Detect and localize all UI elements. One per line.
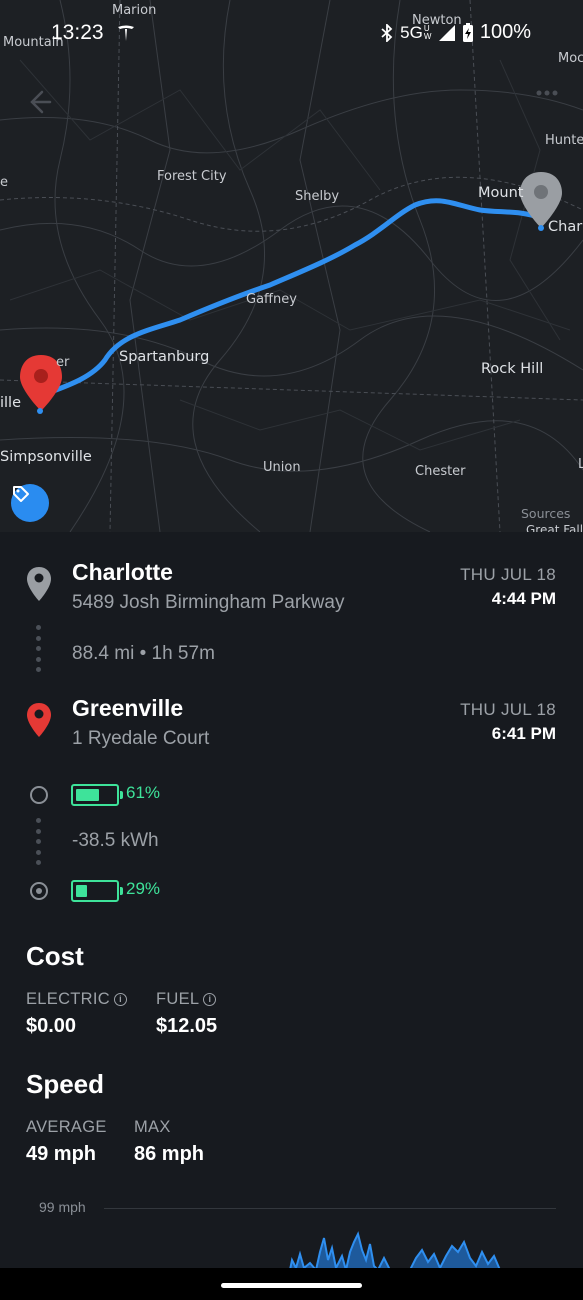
map-label-rock-hill: Rock Hill [481, 361, 544, 377]
map-label-simpsonville: Simpsonville [0, 449, 92, 465]
home-gesture-bar[interactable] [221, 1283, 362, 1288]
map-label-shelby: Shelby [295, 189, 340, 204]
back-arrow-icon[interactable] [24, 88, 52, 116]
soc-end-icon [30, 882, 48, 900]
map-label-forest-city: Forest City [157, 169, 227, 184]
map-label-great-falls: Great Fall [526, 523, 583, 532]
signal-icon [438, 24, 455, 41]
fuel-cost: $12.05 [156, 1015, 218, 1037]
origin-date: THU JUL 18 [460, 565, 556, 584]
map-label-spartanburg: Spartanburg [119, 349, 210, 365]
average-speed-label: AVERAGE [26, 1118, 107, 1136]
destination-time: 6:41 PM [491, 724, 556, 743]
max-speed-label: MAX [134, 1118, 171, 1136]
trip-distance-duration: 88.4 mi • 1h 57m [72, 643, 215, 664]
battery-start-percent: 61% [126, 783, 161, 802]
origin-pin-icon [27, 567, 51, 601]
origin-name: Charlotte [72, 559, 173, 585]
map-label-greenville: ille [0, 395, 22, 411]
map-sources-link[interactable]: Sources [521, 506, 570, 521]
destination-name: Greenville [72, 695, 184, 721]
electric-label: ELECTRIC i [26, 990, 127, 1009]
origin-address: 5489 Josh Birmingham Parkway [72, 592, 345, 613]
status-time: 13:23 [51, 21, 104, 44]
cost-title: Cost [26, 941, 84, 971]
origin-time: 4:44 PM [491, 589, 556, 608]
map-label-mount: Mount [478, 185, 524, 201]
electric-info-icon[interactable]: i [114, 993, 127, 1006]
battery-charging-icon [462, 22, 473, 42]
map-label-l: L [578, 457, 583, 472]
average-speed-value: 49 mph [26, 1143, 97, 1165]
route-connector [36, 625, 42, 678]
fuel-label-text: FUEL [156, 990, 200, 1008]
fuel-info-icon[interactable]: i [203, 993, 217, 1006]
speed-chart [288, 1231, 502, 1270]
status-indicators: 5G UW 100% [380, 21, 531, 44]
map-label-union: Union [263, 460, 301, 475]
map-label-charlotte: Charl [548, 219, 583, 235]
battery-start-icon [71, 784, 123, 806]
tag-button[interactable] [11, 484, 49, 522]
battery-end-icon [71, 880, 123, 902]
battery-percent: 100% [479, 21, 531, 43]
fuel-label: FUEL i [156, 990, 217, 1009]
bluetooth-icon [381, 23, 393, 42]
energy-used: -38.5 kWh [72, 830, 159, 851]
electric-label-text: ELECTRIC [26, 990, 110, 1008]
electric-cost: $0.00 [26, 1015, 77, 1037]
route-map[interactable]: Marion Mountain Newton Moc Hunte Forest … [0, 0, 583, 532]
destination-pin-icon [27, 703, 51, 737]
max-speed-value: 86 mph [134, 1143, 205, 1165]
tag-icon [13, 486, 29, 502]
tesla-logo-icon [118, 25, 134, 41]
map-label-hunter: Hunte [545, 133, 583, 148]
speed-chart-gridline [104, 1208, 556, 1209]
destination-address: 1 Ryedale Court [72, 728, 210, 749]
speed-chart-max-label: 99 mph [39, 1199, 86, 1215]
speed-title: Speed [26, 1069, 105, 1099]
battery-end-percent: 29% [126, 879, 161, 898]
network-type: 5G [400, 22, 423, 42]
map-label-gaffney: Gaffney [246, 292, 297, 307]
destination-date: THU JUL 18 [460, 700, 556, 719]
energy-connector [36, 818, 42, 871]
map-label-e: e [0, 175, 8, 190]
map-label-er: er [56, 355, 70, 370]
network-sub: UW [423, 23, 432, 41]
status-bar: 13:23 5G UW 100% [0, 0, 583, 66]
soc-start-icon [30, 786, 48, 804]
map-label-chester: Chester [415, 464, 466, 479]
